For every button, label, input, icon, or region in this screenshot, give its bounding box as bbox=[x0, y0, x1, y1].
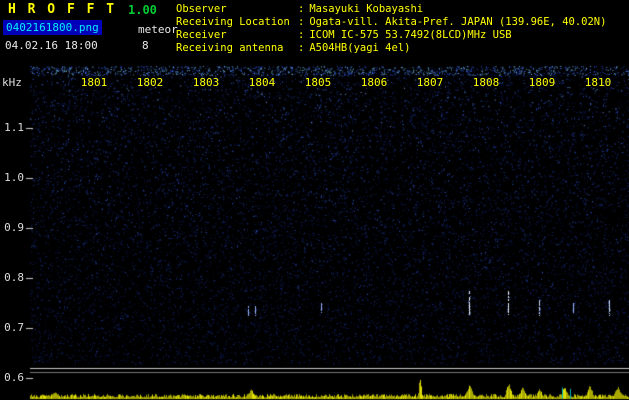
observation-datetime: 04.02.16 18:00 bbox=[5, 39, 98, 52]
spectrogram-plot: kHz 1801 1802 1803 1804 1805 1806 1807 1808 1809… bbox=[0, 62, 629, 400]
y-tick-label: 1.1 bbox=[4, 121, 24, 134]
echo-count: 8 bbox=[142, 39, 149, 52]
info-colon: : bbox=[298, 42, 305, 54]
output-filename: 0402161800.png bbox=[3, 20, 102, 35]
station-info: Observer: Masayuki Kobayashi Receiving Lo… bbox=[176, 3, 606, 55]
x-tick-label: 1806 bbox=[360, 76, 388, 89]
x-tick-label: 1808 bbox=[472, 76, 500, 89]
x-tick-label: 1802 bbox=[136, 76, 164, 89]
info-value: A504HB(yagi 4el) bbox=[309, 42, 411, 54]
info-row-receiver: Receiver: ICOM IC-575 53.7492(8LCD)MHz US… bbox=[176, 29, 606, 42]
info-row-observer: Observer: Masayuki Kobayashi bbox=[176, 3, 606, 16]
x-tick-label: 1807 bbox=[416, 76, 444, 89]
x-tick-label: 1809 bbox=[528, 76, 556, 89]
info-label: Receiving antenna bbox=[176, 42, 284, 54]
info-row-antenna: Receiving antenna: A504HB(yagi 4el) bbox=[176, 42, 606, 55]
y-tick-label: 0.7 bbox=[4, 321, 24, 334]
hrofft-window: H R O F F T 1.00 0402161800.png meteor 0… bbox=[0, 0, 629, 400]
y-tick-label: 0.9 bbox=[4, 221, 24, 234]
x-tick-label: 1804 bbox=[248, 76, 276, 89]
info-colon: : bbox=[298, 29, 305, 41]
info-value: Masayuki Kobayashi bbox=[309, 3, 424, 15]
x-tick-label: 1803 bbox=[192, 76, 220, 89]
info-colon: : bbox=[298, 16, 305, 28]
x-tick-label: 1810 bbox=[584, 76, 612, 89]
x-tick-label: 1805 bbox=[304, 76, 332, 89]
info-label: Receiver bbox=[176, 29, 227, 41]
y-axis-unit-label: kHz bbox=[2, 76, 22, 89]
info-label: Observer bbox=[176, 3, 227, 15]
app-version: 1.00 bbox=[128, 3, 157, 17]
info-value: Ogata-vill. Akita-Pref. JAPAN (139.96E, … bbox=[309, 16, 607, 28]
x-tick-label: 1801 bbox=[80, 76, 108, 89]
observation-name: meteor bbox=[138, 23, 178, 36]
info-label: Receiving Location bbox=[176, 16, 290, 28]
app-title: H R O F F T bbox=[8, 2, 117, 17]
info-row-location: Receiving Location: Ogata-vill. Akita-Pre… bbox=[176, 16, 606, 29]
y-tick-label: 0.8 bbox=[4, 271, 24, 284]
spectrogram-canvas bbox=[0, 62, 629, 400]
y-tick-label: 0.6 bbox=[4, 371, 24, 384]
y-tick-label: 1.0 bbox=[4, 171, 24, 184]
info-colon: : bbox=[298, 3, 305, 15]
info-value: ICOM IC-575 53.7492(8LCD)MHz USB bbox=[309, 29, 512, 41]
